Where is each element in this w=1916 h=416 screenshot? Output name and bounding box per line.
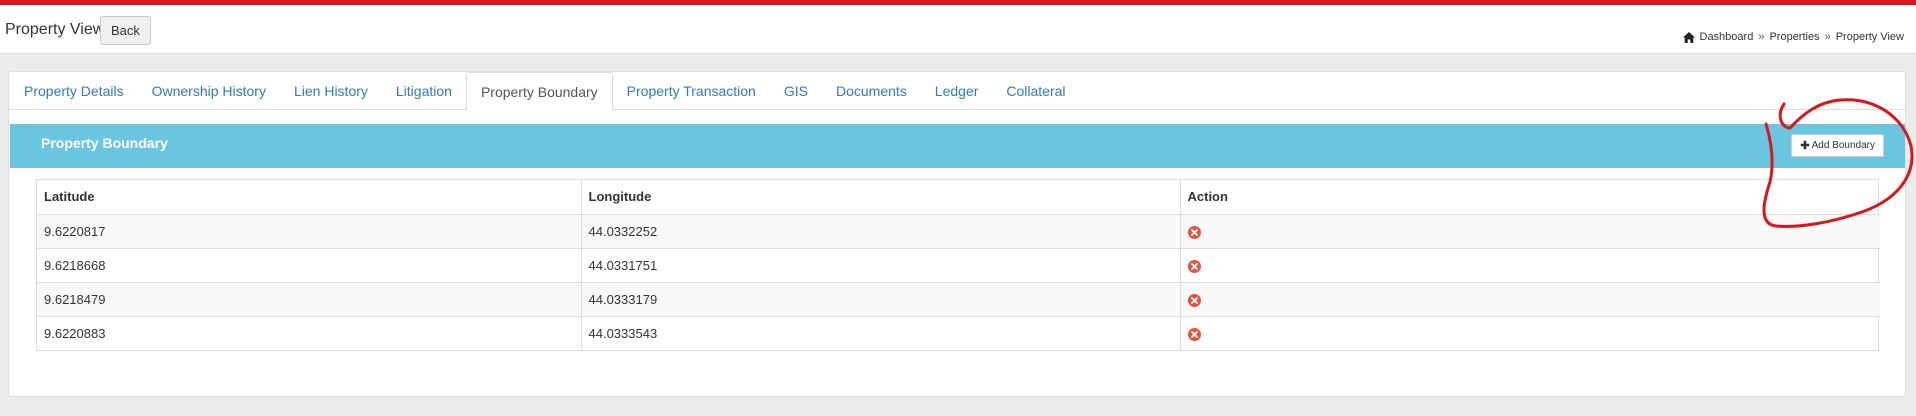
delete-icon[interactable] xyxy=(1187,327,1201,341)
cell-longitude: 44.0331751 xyxy=(581,248,1181,283)
cell-longitude: 44.0333179 xyxy=(581,282,1181,317)
page-header: Property View Back Dashboard » Propertie… xyxy=(0,5,1916,54)
delete-icon[interactable] xyxy=(1187,293,1201,307)
breadcrumb-item-dashboard[interactable]: Dashboard xyxy=(1700,31,1754,43)
tab-lien-history[interactable]: Lien History xyxy=(280,72,382,110)
table-row: 9.6218668 44.0331751 xyxy=(37,248,1880,283)
home-icon xyxy=(1682,31,1695,43)
breadcrumb-item-property-view: Property View xyxy=(1835,31,1904,43)
tab-documents[interactable]: Documents xyxy=(822,72,921,110)
cell-longitude: 44.0333543 xyxy=(581,316,1181,350)
cell-latitude: 9.6220883 xyxy=(37,316,582,350)
tab-gis[interactable]: GIS xyxy=(770,72,822,110)
breadcrumb-separator: » xyxy=(1758,31,1765,43)
breadcrumb-item-properties[interactable]: Properties xyxy=(1769,31,1819,43)
property-card: Property Details Ownership History Lien … xyxy=(8,71,1906,397)
add-boundary-label: Add Boundary xyxy=(1811,140,1875,151)
tab-bar: Property Details Ownership History Lien … xyxy=(9,72,1905,111)
breadcrumb: Dashboard » Properties » Property View xyxy=(1682,31,1904,43)
tab-ownership-history[interactable]: Ownership History xyxy=(138,72,280,110)
back-button[interactable]: Back xyxy=(100,16,151,45)
page-title: Property View xyxy=(5,21,105,38)
column-header-longitude: Longitude xyxy=(581,180,1181,215)
cell-action xyxy=(1180,316,1880,350)
tab-collateral[interactable]: Collateral xyxy=(992,72,1079,110)
tab-property-transaction[interactable]: Property Transaction xyxy=(613,72,770,110)
boundary-table: Latitude Longitude Action 9.6220817 44.0… xyxy=(36,179,1880,351)
table-row: 9.6218479 44.0333179 xyxy=(37,282,1880,317)
cell-action xyxy=(1180,214,1880,249)
breadcrumb-separator: » xyxy=(1824,31,1831,43)
delete-icon[interactable] xyxy=(1187,259,1201,273)
cell-action xyxy=(1180,282,1880,317)
plus-icon: ✚ xyxy=(1800,140,1810,152)
column-header-latitude: Latitude xyxy=(37,180,582,215)
tab-ledger[interactable]: Ledger xyxy=(921,72,993,110)
tab-property-details[interactable]: Property Details xyxy=(10,72,138,110)
panel-title: Property Boundary xyxy=(41,135,168,151)
cell-longitude: 44.0332252 xyxy=(581,214,1181,249)
table-row: 9.6220883 44.0333543 xyxy=(37,316,1880,350)
cell-action xyxy=(1180,248,1880,283)
cell-latitude: 9.6218479 xyxy=(37,282,582,317)
panel-header: Property Boundary ✚ Add Boundary xyxy=(10,124,1905,168)
cell-latitude: 9.6218668 xyxy=(37,248,582,283)
tab-property-boundary[interactable]: Property Boundary xyxy=(465,72,613,111)
cell-latitude: 9.6220817 xyxy=(37,214,582,249)
column-header-action: Action xyxy=(1180,180,1880,215)
table-row: 9.6220817 44.0332252 xyxy=(37,214,1880,249)
add-boundary-button[interactable]: ✚ Add Boundary xyxy=(1791,134,1884,157)
table-header-row: Latitude Longitude Action xyxy=(37,180,1880,215)
tab-litigation[interactable]: Litigation xyxy=(382,72,466,110)
delete-icon[interactable] xyxy=(1187,225,1201,239)
